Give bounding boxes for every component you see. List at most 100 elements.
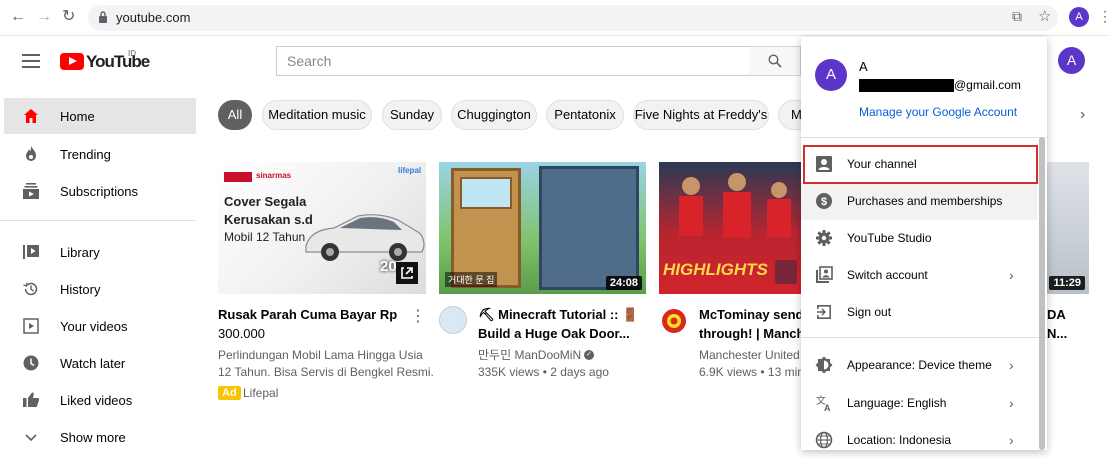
svg-text:A: A bbox=[824, 403, 831, 412]
browser-toolbar: ← → ↻ youtube.com ⧉ ☆ A ⋮ bbox=[0, 0, 1108, 36]
your-videos-icon bbox=[23, 318, 39, 334]
chips-next-chevron-icon[interactable]: › bbox=[1080, 106, 1085, 124]
bookmark-star-icon[interactable]: ☆ bbox=[1038, 7, 1051, 25]
account-menu: A A @gmail.com Manage your Google Accoun… bbox=[801, 37, 1047, 450]
video-thumbnail-minecraft[interactable]: 거대한 문 집 24:08 bbox=[439, 162, 646, 294]
video-thumbnail-man-united[interactable]: HIGHLIGHTS bbox=[659, 162, 801, 294]
menu-avatar: A bbox=[815, 59, 847, 91]
sidebar-divider bbox=[0, 220, 196, 221]
browser-menu-icon[interactable]: ⋮ bbox=[1098, 8, 1108, 25]
menu-item-location[interactable]: Location: Indonesia › bbox=[801, 422, 1037, 459]
oak-door-image bbox=[451, 168, 521, 288]
more-options-icon[interactable]: ⋮ bbox=[410, 306, 426, 326]
channel-name[interactable]: Manchester United bbox=[699, 347, 800, 364]
sidebar-item-watch-later[interactable]: Watch later bbox=[4, 345, 196, 381]
video-title[interactable]: Rusak Parah Cuma Bayar Rp bbox=[218, 305, 397, 324]
sidebar-item-your-videos[interactable]: Your videos bbox=[4, 308, 196, 344]
man-united-crest-icon[interactable] bbox=[661, 308, 687, 334]
install-app-icon[interactable]: ⧉ bbox=[1012, 8, 1022, 25]
players-image bbox=[679, 173, 791, 238]
sidebar-item-label: Liked videos bbox=[60, 393, 133, 408]
back-arrow-icon[interactable]: ← bbox=[10, 8, 26, 26]
sidebar-item-history[interactable]: History bbox=[4, 271, 196, 307]
video-duration: 11:29 bbox=[1049, 276, 1085, 290]
sidebar-item-trending[interactable]: Trending bbox=[4, 136, 196, 172]
address-bar[interactable]: youtube.com bbox=[88, 5, 1058, 31]
browser-profile-avatar[interactable]: A bbox=[1069, 7, 1089, 27]
flame-icon bbox=[26, 146, 36, 161]
thumb-partner: lifepal bbox=[398, 166, 422, 175]
svg-text:$: $ bbox=[821, 196, 827, 208]
chip-pentatonix[interactable]: Pentatonix bbox=[546, 100, 624, 130]
sidebar: Home Trending Subscriptions Library Hist… bbox=[0, 87, 196, 450]
menu-item-switch-account[interactable]: Switch account › bbox=[801, 257, 1037, 294]
account-email: @gmail.com bbox=[954, 78, 1021, 92]
thumb-stat: 20 bbox=[380, 258, 397, 275]
search-icon bbox=[768, 54, 782, 68]
url-text: youtube.com bbox=[116, 10, 191, 25]
chip-five-nights-at-freddys[interactable]: Five Nights at Freddy's bbox=[633, 100, 769, 130]
lock-icon bbox=[99, 11, 107, 23]
video-thumbnail-ad[interactable]: sinarmas lifepal Cover Segala Kerusakan … bbox=[218, 162, 426, 294]
sidebar-item-label: Show more bbox=[60, 430, 126, 445]
thumb-highlights-text: HIGHLIGHTS bbox=[663, 260, 768, 279]
sidebar-item-liked-videos[interactable]: Liked videos bbox=[4, 382, 196, 418]
gear-icon bbox=[816, 230, 832, 246]
menu-item-label: Purchases and memberships bbox=[847, 194, 1003, 208]
menu-item-youtube-studio[interactable]: YouTube Studio bbox=[801, 220, 1037, 257]
account-name: A bbox=[859, 59, 868, 74]
sidebar-item-label: Watch later bbox=[60, 356, 126, 371]
sidebar-item-label: Your videos bbox=[60, 319, 128, 334]
advertiser-name[interactable]: Lifepal bbox=[243, 385, 278, 402]
header-avatar[interactable]: A bbox=[1058, 47, 1085, 74]
hamburger-menu-icon[interactable] bbox=[22, 54, 40, 68]
channel-name[interactable]: 만두민 ManDooMiN bbox=[478, 347, 581, 364]
verified-check-icon: ✓ bbox=[584, 350, 594, 360]
search-button[interactable] bbox=[749, 46, 801, 76]
video-title[interactable]: DA bbox=[1047, 305, 1066, 324]
menu-item-label: YouTube Studio bbox=[847, 231, 932, 245]
menu-item-appearance[interactable]: Appearance: Device theme › bbox=[801, 347, 1037, 384]
switch-account-icon bbox=[816, 266, 833, 283]
video-stats: 6.9K views • 13 min bbox=[699, 365, 804, 379]
chip-meditation-music[interactable]: Meditation music bbox=[262, 100, 372, 130]
sidebar-item-label: Library bbox=[60, 245, 100, 260]
west-ham-crest-icon bbox=[775, 260, 797, 284]
video-title[interactable]: ⛏ Minecraft Tutorial :: 🚪 bbox=[478, 305, 638, 324]
manage-google-account-link[interactable]: Manage your Google Account bbox=[859, 105, 1017, 119]
video-duration: 24:08 bbox=[605, 276, 642, 290]
menu-scrollbar[interactable] bbox=[1039, 137, 1045, 450]
dollar-icon: $ bbox=[816, 193, 832, 209]
sidebar-item-label: Subscriptions bbox=[60, 184, 139, 199]
ad-description-line2: 12 Tahun. Bisa Servis di Bengkel Resmi. bbox=[218, 365, 434, 379]
sign-out-icon bbox=[817, 305, 831, 319]
library-icon bbox=[23, 245, 39, 259]
reload-icon[interactable]: ↻ bbox=[62, 8, 75, 26]
external-link-icon[interactable] bbox=[396, 262, 418, 284]
video-thumbnail-partial[interactable]: 11:29 bbox=[1047, 162, 1089, 294]
sidebar-item-label: History bbox=[60, 282, 101, 297]
sidebar-item-library[interactable]: Library bbox=[4, 234, 196, 270]
sidebar-item-home[interactable]: Home bbox=[4, 98, 196, 134]
thumbs-up-icon bbox=[23, 392, 40, 407]
video-title-line2[interactable]: Build a Huge Oak Door... bbox=[478, 324, 630, 343]
search-input[interactable] bbox=[277, 47, 749, 75]
thumb-headline-3: Mobil 12 Tahun bbox=[224, 230, 306, 244]
chip-all[interactable]: All bbox=[218, 100, 252, 130]
menu-item-sign-out[interactable]: Sign out bbox=[801, 294, 1037, 331]
thumb-korean-caption: 거대한 문 집 bbox=[445, 272, 498, 287]
video-title-line2[interactable]: N... bbox=[1047, 324, 1067, 343]
home-icon bbox=[24, 109, 38, 123]
forward-arrow-icon[interactable]: → bbox=[36, 8, 52, 26]
video-title-line2[interactable]: 300.000 bbox=[218, 324, 265, 343]
sinarmas-logo-icon bbox=[224, 172, 252, 182]
menu-item-purchases[interactable]: $ Purchases and memberships bbox=[801, 183, 1037, 220]
chip-chuggington[interactable]: Chuggington bbox=[451, 100, 537, 130]
channel-avatar[interactable] bbox=[439, 306, 467, 334]
thumb-brand: sinarmas bbox=[256, 171, 292, 180]
chevron-right-icon: › bbox=[1009, 267, 1014, 283]
thumb-headline-1: Cover Segala bbox=[224, 194, 307, 209]
chip-sunday[interactable]: Sunday bbox=[382, 100, 442, 130]
menu-item-language[interactable]: 文A Language: English › bbox=[801, 385, 1037, 422]
sidebar-item-subscriptions[interactable]: Subscriptions bbox=[4, 173, 196, 209]
